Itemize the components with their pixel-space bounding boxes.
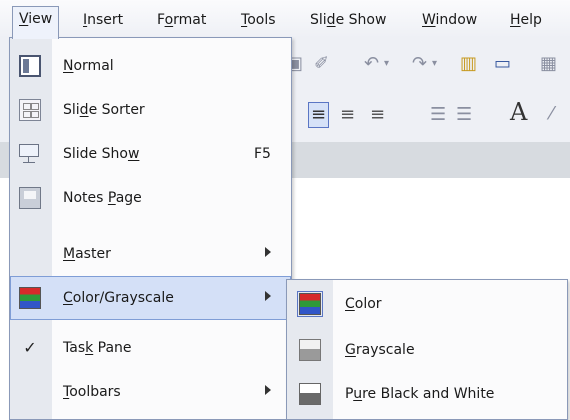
menu-label-pre: F — [157, 12, 165, 28]
menu-insert[interactable]: Insert — [77, 8, 129, 32]
menu-view[interactable]: View — [12, 6, 60, 39]
align-right-icon[interactable]: ≡ — [370, 103, 385, 127]
menu-item-slide-sorter[interactable]: Slide Sorter — [10, 88, 291, 132]
menu-item-label: Color — [345, 296, 382, 312]
menu-item-shortcut: F5 — [254, 146, 271, 162]
submenu-arrow-icon — [265, 247, 271, 257]
menu-item-label: Slide Show — [63, 146, 140, 162]
grayscale-icon — [299, 339, 321, 361]
checkmark-icon: ✓ — [23, 338, 37, 357]
submenu-item-pure-black-white[interactable]: Pure Black and White — [287, 372, 567, 416]
color-icon — [297, 291, 323, 317]
view-menu: Normal Slide Sorter Slide Show F5 Notes … — [9, 37, 292, 420]
decrease-font-size-icon[interactable]: ⁄ — [550, 102, 553, 126]
menu-window[interactable]: Window — [416, 8, 483, 32]
menu-item-label: Color/Grayscale — [63, 290, 174, 306]
menu-item-label: Notes Page — [63, 190, 142, 206]
submenu-arrow-icon — [265, 385, 271, 395]
redo-dropdown-icon[interactable]: ▾ — [432, 52, 437, 76]
menu-label-rest: indow — [435, 12, 478, 28]
normal-view-icon — [19, 55, 41, 77]
numbering-icon[interactable]: ☰ — [430, 103, 446, 127]
menu-item-normal[interactable]: Normal — [10, 44, 291, 88]
menu-tools[interactable]: Tools — [235, 8, 282, 32]
insert-chart-icon[interactable]: ▥ — [460, 52, 477, 76]
menu-item-master[interactable]: Master — [10, 232, 291, 276]
menu-item-color-grayscale[interactable]: Color/Grayscale — [10, 276, 291, 320]
bullets-icon[interactable]: ☰ — [456, 103, 472, 127]
menu-label-rest: rmat — [173, 12, 207, 28]
menu-item-label: Toolbars — [63, 384, 121, 400]
menu-slide-show[interactable]: Slide Show — [304, 8, 392, 32]
menu-item-label: Task Pane — [63, 340, 132, 356]
menu-accel: H — [510, 12, 521, 28]
slide-show-icon — [19, 143, 41, 165]
menu-item-label: Slide Sorter — [63, 102, 145, 118]
menu-bar: View Insert Format Tools Slide Show Wind… — [0, 0, 570, 39]
undo-dropdown-icon[interactable]: ▾ — [384, 52, 389, 76]
submenu-item-grayscale[interactable]: Grayscale — [287, 328, 567, 372]
menu-help[interactable]: Help — [504, 8, 548, 32]
menu-item-task-pane[interactable]: ✓ Task Pane — [10, 326, 291, 370]
tables-borders-icon[interactable]: ▦ — [540, 52, 557, 76]
menu-label-rest: nsert — [87, 12, 124, 28]
redo-icon[interactable]: ↷ — [412, 52, 427, 76]
menu-label-rest: ools — [247, 12, 276, 28]
menu-accel: o — [164, 12, 174, 28]
undo-icon[interactable]: ↶ — [364, 52, 379, 76]
menu-accel: W — [422, 12, 436, 28]
notes-page-icon — [19, 187, 41, 209]
menu-format[interactable]: Format — [151, 8, 212, 32]
insert-table-icon[interactable]: ▭ — [494, 52, 511, 76]
menu-label-pre: Sli — [310, 12, 327, 28]
menu-label-rest: e Show — [335, 12, 387, 28]
color-grayscale-submenu: Color Grayscale Pure Black and White — [286, 279, 568, 420]
menu-item-label: Grayscale — [345, 342, 415, 358]
menu-label-rest: elp — [520, 12, 542, 28]
menu-item-label: Pure Black and White — [345, 386, 495, 402]
menu-accel: V — [19, 11, 29, 27]
format-painter-icon[interactable]: ✐ — [314, 52, 329, 76]
menu-item-notes-page[interactable]: Notes Page — [10, 176, 291, 220]
menu-item-label: Normal — [63, 58, 114, 74]
menu-accel: d — [326, 12, 336, 28]
align-center-icon[interactable]: ≡ — [340, 103, 355, 127]
menu-item-toolbars[interactable]: Toolbars — [10, 370, 291, 414]
slide-sorter-icon — [19, 99, 41, 121]
pure-black-white-icon — [299, 383, 321, 405]
align-left-icon[interactable]: ≡ — [308, 102, 330, 128]
increase-font-size-icon[interactable]: A — [510, 100, 527, 124]
menu-item-slide-show[interactable]: Slide Show F5 — [10, 132, 291, 176]
menu-label-rest: iew — [28, 11, 53, 27]
menu-item-label: Master — [63, 246, 111, 262]
submenu-item-color[interactable]: Color — [287, 282, 567, 326]
color-grayscale-icon — [19, 287, 41, 309]
submenu-arrow-icon — [265, 291, 271, 301]
